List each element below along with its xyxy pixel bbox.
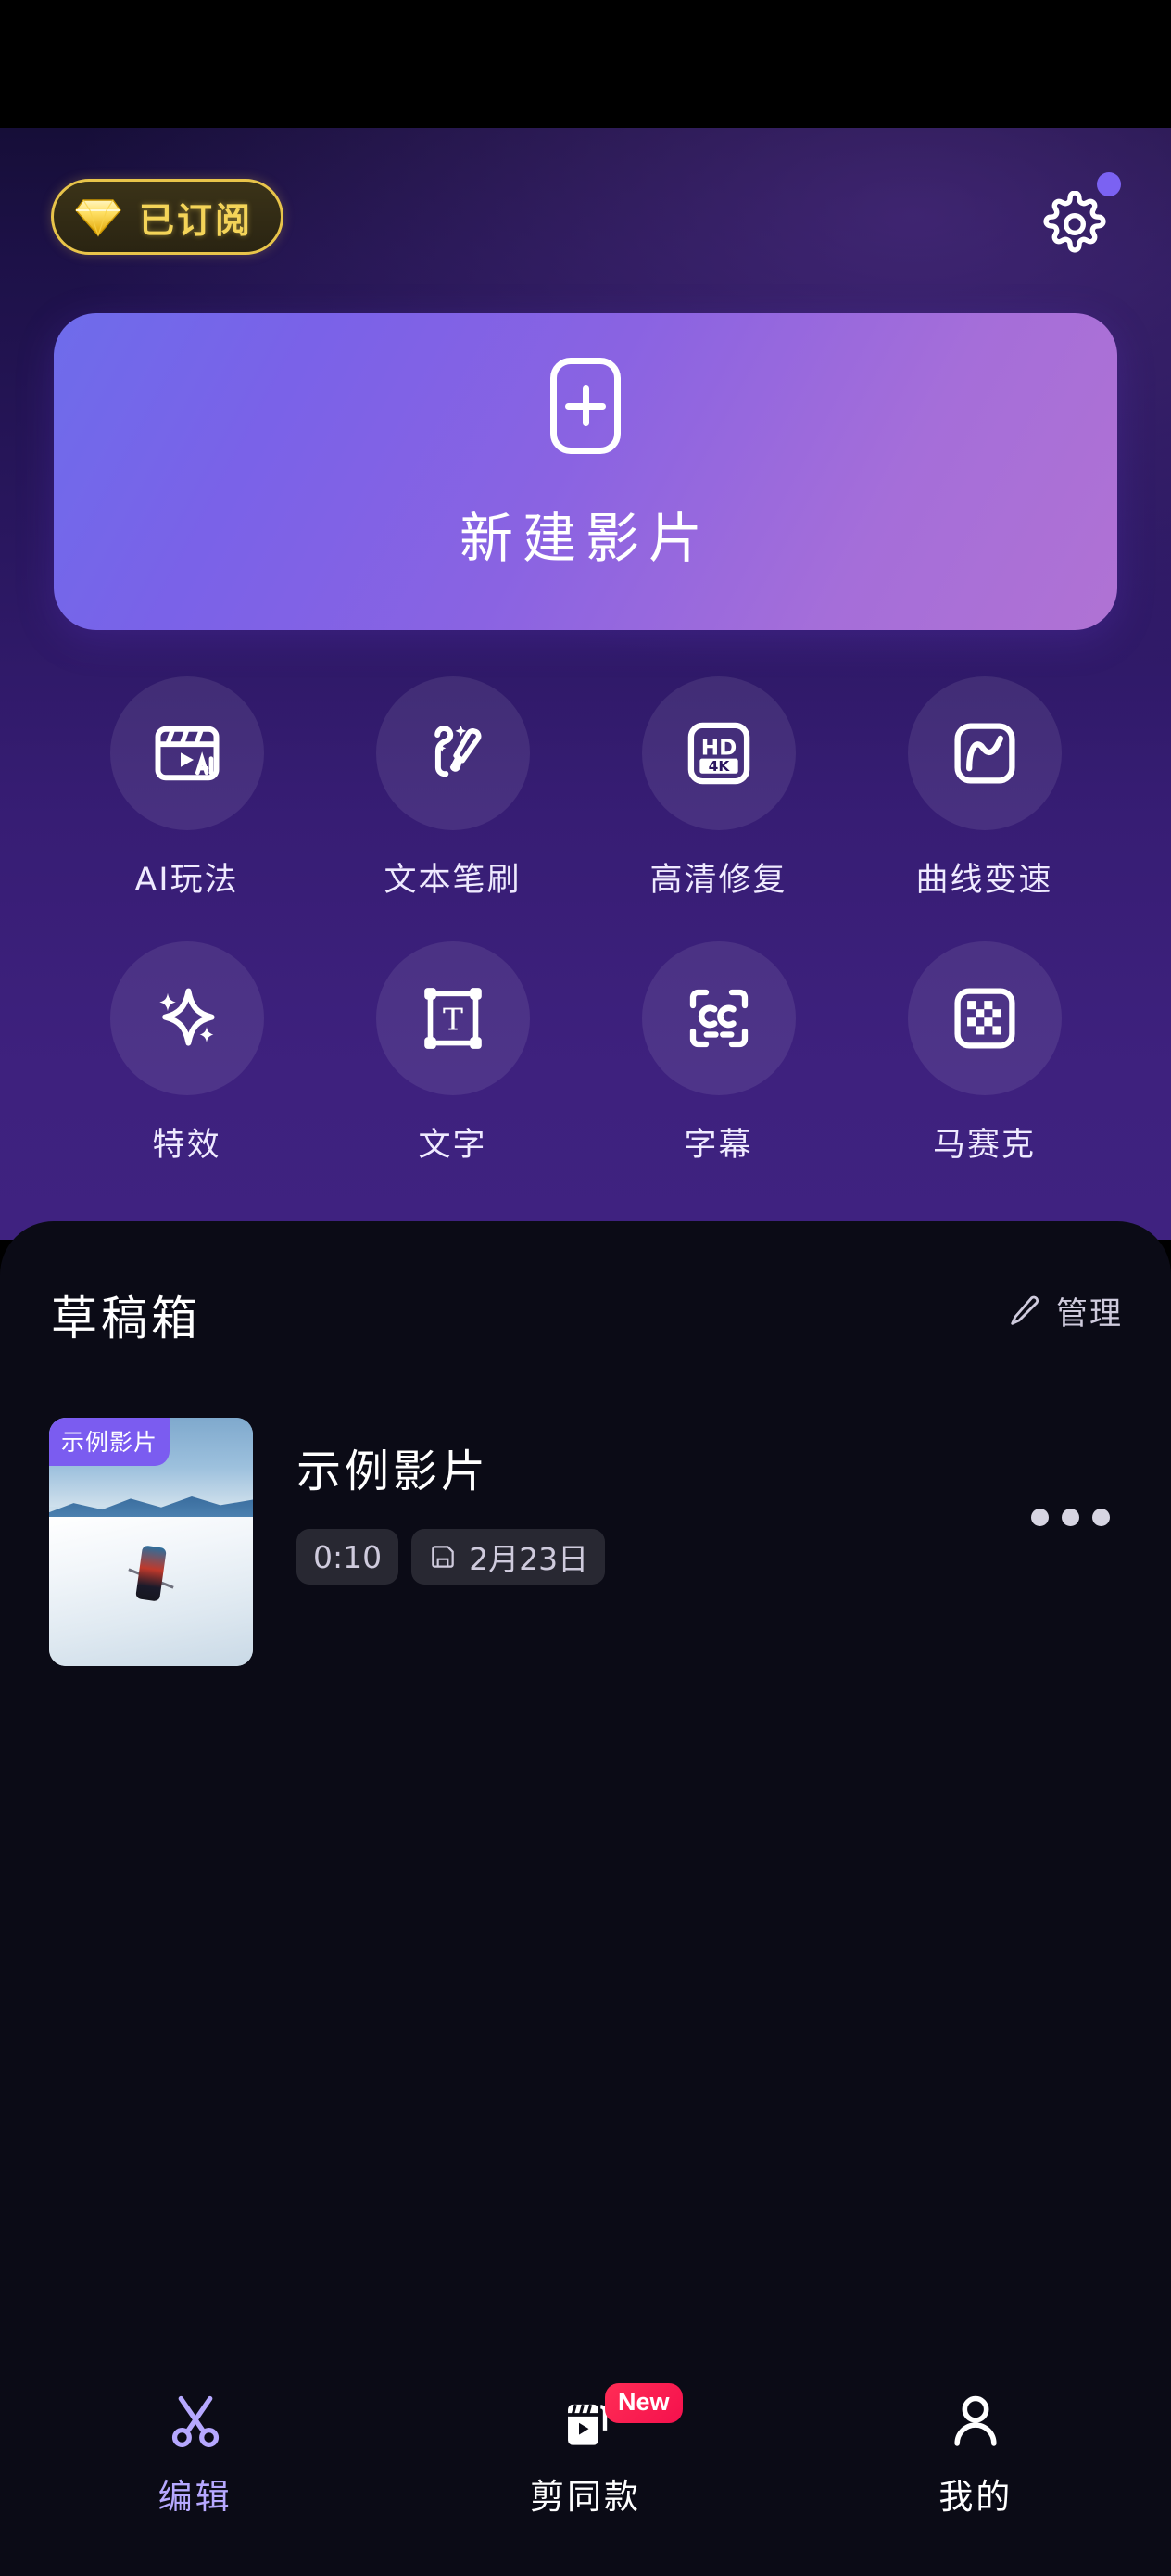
draft-date-chip: 2月23日 [411, 1529, 606, 1585]
kebab-dot [1092, 1509, 1110, 1526]
text-box-icon: T [423, 988, 482, 1049]
status-bar [0, 0, 1171, 128]
draft-thumbnail-badge: 示例影片 [49, 1418, 170, 1466]
new-video-card[interactable]: 新建影片 [54, 313, 1117, 630]
draft-header: 草稿箱 管理 [0, 1221, 1171, 1397]
kebab-dot [1062, 1509, 1079, 1526]
feature-label: 特效 [152, 1127, 221, 1164]
draft-thumbnail[interactable]: 示例影片 [49, 1418, 253, 1666]
text-brush-icon [434, 725, 481, 777]
hd-4k-icon: HD 4K [687, 722, 749, 785]
feature-ai-play[interactable]: AI玩法 [54, 676, 320, 901]
top-bar: 已订阅 [0, 128, 1171, 313]
scissors-icon [171, 2395, 219, 2448]
nav-label: 编辑 [157, 2477, 233, 2517]
feature-label: 文字 [418, 1127, 487, 1164]
manage-label: 管理 [1056, 1295, 1123, 1332]
draft-info: 示例影片 0:10 2月23日 [296, 1434, 606, 1585]
plus-icon [550, 358, 621, 454]
subscription-badge-label: 已订阅 [139, 199, 254, 241]
feature-label: AI玩法 [134, 862, 239, 899]
gear-icon [1043, 191, 1106, 253]
closed-caption-icon [689, 989, 748, 1048]
draft-title: 草稿箱 [51, 1292, 201, 1345]
feature-grid: AI玩法 文本笔刷 HD 4K 高清修复 曲线变速 特效 T 文字 字幕 马赛克 [54, 676, 1117, 1166]
feature-text[interactable]: T 文字 [320, 941, 586, 1166]
feature-subtitles[interactable]: 字幕 [586, 941, 851, 1166]
bottom-navigation: 编辑 New 剪同款 我的 [0, 2363, 1171, 2576]
nav-label: 我的 [938, 2477, 1014, 2517]
draft-name: 示例影片 [296, 1446, 490, 1497]
new-video-label: 新建影片 [459, 507, 711, 570]
feature-text-brush[interactable]: 文本笔刷 [320, 676, 586, 901]
save-icon [432, 1546, 454, 1568]
feature-speed-curve[interactable]: 曲线变速 [851, 676, 1117, 901]
ai-clapperboard-icon [155, 726, 219, 781]
draft-list-item[interactable]: 示例影片 示例影片 0:10 2月23日 [0, 1397, 1171, 1675]
nav-item-profile[interactable]: 我的 [883, 2380, 1068, 2519]
draft-duration-chip: 0:10 [296, 1529, 399, 1585]
feature-mosaic[interactable]: 马赛克 [851, 941, 1117, 1166]
svg-text:T: T [443, 1002, 463, 1038]
feature-label: 字幕 [684, 1127, 753, 1164]
nav-item-edit[interactable]: 编辑 [103, 2380, 288, 2519]
feature-label: 高清修复 [649, 862, 787, 899]
draft-more-button[interactable] [1031, 1509, 1110, 1526]
svg-text:4K: 4K [708, 758, 730, 775]
nav-item-templates[interactable]: New 剪同款 [493, 2380, 683, 2519]
feature-label: 曲线变速 [915, 862, 1053, 899]
feature-hd-restore[interactable]: HD 4K 高清修复 [586, 676, 851, 901]
feature-label: 马赛克 [932, 1127, 1036, 1164]
feature-effects[interactable]: 特效 [54, 941, 320, 1166]
feature-label: 文本笔刷 [384, 862, 522, 899]
mosaic-icon [953, 988, 1015, 1049]
kebab-dot [1031, 1509, 1049, 1526]
new-badge: New [604, 2383, 683, 2423]
svg-text:HD: HD [700, 736, 737, 760]
nav-label: 剪同款 [529, 2477, 641, 2517]
person-icon [954, 2395, 997, 2446]
pencil-icon [1011, 1295, 1039, 1325]
draft-duration: 0:10 [313, 1538, 383, 1575]
sparkle-icon [158, 988, 215, 1046]
subscription-badge[interactable]: 已订阅 [51, 179, 284, 255]
settings-button[interactable] [1034, 172, 1123, 261]
speed-curve-icon [953, 723, 1015, 784]
draft-date: 2月23日 [469, 1541, 589, 1577]
diamond-icon [74, 196, 122, 237]
draft-meta: 0:10 2月23日 [296, 1529, 606, 1585]
manage-drafts-button[interactable]: 管理 [1006, 1288, 1123, 1333]
